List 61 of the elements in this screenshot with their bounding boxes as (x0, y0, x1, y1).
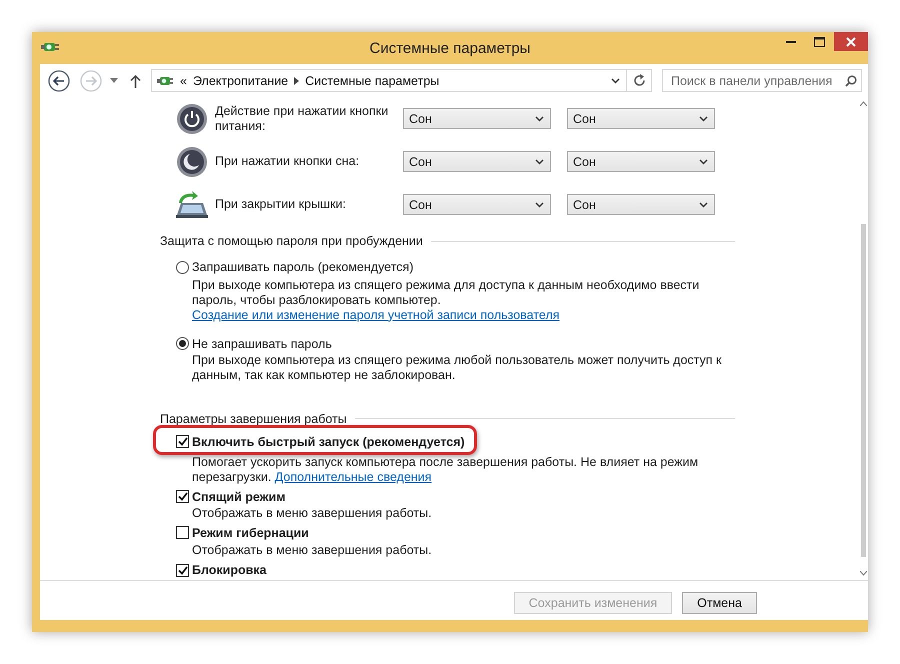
radio-button[interactable] (176, 260, 189, 274)
search-icon (845, 74, 857, 86)
maximize-icon (814, 36, 825, 46)
dropdown[interactable]: Сон (403, 194, 551, 215)
section-heading: Параметры завершения работы (160, 412, 347, 426)
option-label[interactable]: Включить быстрый запуск (рекомендуется) (192, 434, 465, 448)
window-title: Системные параметры (370, 40, 530, 57)
option-description: При выходе компьютера из спящего режима для доступа к данным необходимо ввести пароль, чтобы разблокировать компьютер. Создание или изменение пароля учетной записи пользователя (191, 278, 700, 322)
setting-label: При закрытии крышки: (215, 197, 347, 212)
power-button-icon (176, 102, 208, 134)
checkbox[interactable] (176, 435, 189, 448)
dropdown[interactable]: Сон (567, 194, 715, 215)
option-description: Отображать в меню завершения работы. (191, 506, 433, 520)
search-field[interactable]: Поиск в панели управления (662, 69, 862, 92)
option-description: Отображать в меню завершения работы. (191, 543, 433, 558)
address-bar[interactable]: « Электропитание Системные параметры (151, 69, 627, 92)
chevron-down-icon (699, 202, 708, 208)
help-link[interactable]: Создание или изменение пароля учетной записи пользователя (192, 308, 560, 322)
dropdown[interactable]: Сон (403, 108, 551, 129)
address-history-chevron-icon (611, 78, 620, 84)
chevron-down-icon (535, 158, 544, 164)
option-label[interactable]: Режим гибернации (192, 526, 309, 540)
section-heading: Защита с помощью пароля при пробуждении (160, 234, 423, 248)
setting-label: При нажатии кнопки сна: (215, 154, 360, 169)
chevron-down-icon (535, 116, 544, 122)
laptop-icon (175, 188, 209, 220)
option-label[interactable]: Блокировка (192, 563, 266, 577)
chevron-down-icon (699, 116, 708, 122)
chevron-down-icon (699, 158, 708, 164)
scroll-up-icon[interactable] (860, 101, 866, 106)
checkbox[interactable] (176, 564, 189, 576)
option-label[interactable]: Запрашивать пароль (рекомендуется) (192, 260, 414, 274)
option-label[interactable]: Не запрашивать пароль (192, 336, 332, 350)
back-button-icon[interactable] (48, 70, 70, 92)
breadcrumb-item[interactable]: Электропитание (192, 74, 288, 88)
radio-button[interactable] (176, 337, 189, 350)
option-description: Помогает ускорить запуск компьютера после завершения работы. Не влияет на режим перезагрузки. Дополнительные сведения (191, 454, 700, 484)
dropdown[interactable]: Сон (403, 151, 551, 172)
close-button[interactable] (834, 32, 868, 51)
scrollbar-thumb[interactable] (861, 224, 866, 557)
breadcrumb-separator-icon[interactable] (294, 76, 300, 84)
chevron-down-icon (535, 202, 544, 208)
dropdown[interactable]: Сон (567, 151, 715, 172)
checkbox[interactable] (176, 526, 189, 539)
option-label[interactable]: Спящий режим (192, 490, 286, 504)
dropdown[interactable]: Сон (567, 108, 715, 129)
help-link[interactable]: Дополнительные сведения (274, 470, 432, 484)
minimize-icon (786, 40, 796, 42)
cancel-button[interactable]: Отмена (682, 592, 757, 614)
breadcrumb-item[interactable]: Системные параметры (305, 74, 440, 88)
close-icon (846, 36, 856, 46)
recent-pages-caret-icon[interactable] (110, 78, 118, 83)
checkbox[interactable] (176, 490, 189, 503)
refresh-button[interactable] (627, 69, 652, 92)
setting-label: Действие при нажатии кнопки питания: (215, 104, 390, 134)
refresh-icon (632, 74, 646, 87)
scroll-down-icon[interactable] (860, 571, 866, 576)
breadcrumb-overflow[interactable]: « (180, 74, 187, 88)
option-description: При выходе компьютера из спящего режима любой пользователь может получить доступ к данным, так как компьютер не заблокирован. (191, 352, 723, 382)
moon-icon (176, 146, 208, 178)
up-arrow-icon[interactable] (130, 74, 141, 88)
